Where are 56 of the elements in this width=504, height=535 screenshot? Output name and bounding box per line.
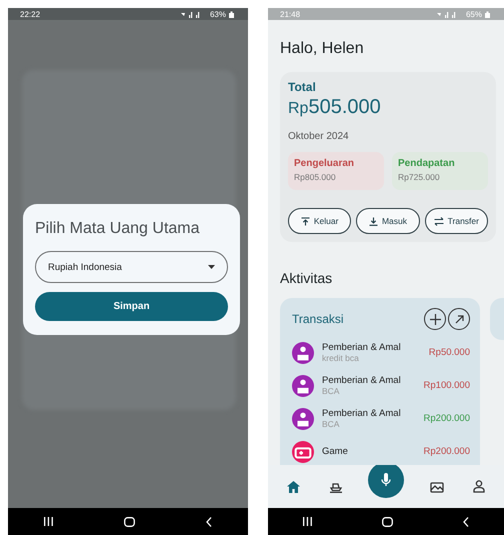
- back-icon[interactable]: [206, 516, 212, 526]
- total-label: Total: [288, 80, 317, 94]
- upload-icon: [300, 216, 310, 226]
- summary-label: Pendapatan: [398, 158, 456, 169]
- landscape-icon: [430, 480, 444, 492]
- battery-icon: [229, 10, 234, 18]
- transaction-title: Pemberian & Amal: [322, 375, 402, 386]
- transaction-account: BCA: [322, 419, 340, 429]
- open-button[interactable]: [448, 308, 470, 330]
- home-button-icon[interactable]: [124, 516, 135, 526]
- in-action-button[interactable]: Masuk: [356, 208, 420, 234]
- boat-icon: [329, 480, 344, 492]
- currency-dropdown[interactable]: Rupiah Indonesia: [35, 251, 228, 283]
- transaction-title: Game: [322, 446, 349, 457]
- battery-icon: [485, 10, 490, 18]
- transaction-account: kredit bca: [322, 353, 360, 363]
- transaction-title: Pemberian & Amal: [322, 342, 402, 353]
- greeting: Halo, Helen: [280, 40, 365, 58]
- home-icon: [286, 480, 300, 492]
- transaction-amount: Rp200.000: [424, 413, 470, 424]
- section-title: Aktivitas: [280, 270, 334, 286]
- recent-apps-icon[interactable]: [303, 517, 312, 526]
- recent-apps-icon[interactable]: [44, 517, 53, 526]
- transfer-icon: [434, 216, 444, 226]
- transaction-item[interactable]: Pemberian & Amal BCA Rp100.000: [292, 369, 470, 402]
- back-icon[interactable]: [463, 516, 469, 526]
- transaction-amount: Rp50.000: [428, 347, 470, 358]
- plus-icon: [430, 314, 440, 324]
- dropdown-caret-icon: [208, 265, 215, 269]
- home-button-icon[interactable]: [382, 516, 393, 526]
- clock-time: 22:22: [20, 10, 40, 18]
- clock-time: 21:48: [280, 10, 300, 18]
- add-button[interactable]: [424, 308, 446, 330]
- transaction-title: Pemberian & Amal: [322, 408, 402, 419]
- dialog-title: Pilih Mata Uang Utama: [35, 220, 201, 238]
- period-label: Oktober 2024: [288, 131, 350, 142]
- download-icon: [368, 216, 378, 226]
- summary-amount: Rp725.000: [398, 172, 441, 182]
- battery-percent: 63%: [210, 10, 226, 18]
- summary-amount: Rp805.000: [294, 172, 337, 182]
- out-action-button[interactable]: Keluar: [288, 208, 352, 234]
- person-icon: [473, 480, 486, 493]
- arrow-icon: [454, 314, 464, 324]
- total-amount: Rp505.000: [288, 96, 382, 119]
- transfer-action-button[interactable]: Transfer: [424, 208, 488, 234]
- transaction-item[interactable]: Pemberian & Amal BCA Rp200.000: [292, 402, 470, 435]
- microphone-icon: [381, 472, 392, 486]
- summary-label: Pengeluaran: [294, 158, 356, 169]
- transaction-account: BCA: [322, 386, 340, 396]
- transaction-item[interactable]: Pemberian & Amal kredit bca Rp50.000: [292, 336, 470, 369]
- transaction-item[interactable]: Game Rp200.000: [292, 435, 470, 465]
- save-button[interactable]: Simpan: [35, 292, 228, 321]
- transaction-amount: Rp100.000: [424, 380, 470, 391]
- card-title: Transaksi: [292, 312, 344, 326]
- transaction-amount: Rp200.000: [424, 446, 470, 457]
- battery-percent: 65%: [466, 10, 482, 18]
